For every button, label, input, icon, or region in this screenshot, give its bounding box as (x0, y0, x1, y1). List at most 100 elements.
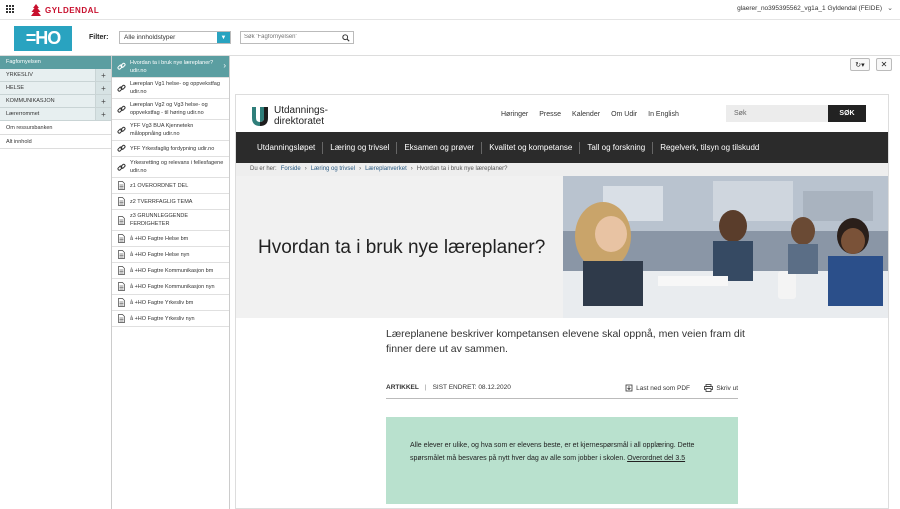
resource-label: å +HO Fagtre Yrkesliv nyn (130, 315, 195, 322)
caret-down-icon[interactable]: ▼ (217, 32, 230, 43)
resource-label: å +HO Fagtre Kommunikasjon bm (130, 267, 214, 274)
resource-item[interactable]: å +HO Fagtre Kommunikasjon bm (112, 263, 229, 279)
mainnav-eksamen-prover[interactable]: Eksamen og prøver (397, 141, 483, 154)
resource-label: å +HO Fagtre Yrkesliv bm (130, 299, 194, 306)
mainnav-utdanningslopet[interactable]: Utdanningsløpet (250, 141, 324, 154)
resource-item[interactable]: å +HO Fagtre Yrkesliv bm (112, 295, 229, 311)
udir-main-nav: Utdanningsløpet Læring og trivsel Eksame… (236, 132, 888, 163)
topnav-kalender[interactable]: Kalender (572, 111, 600, 118)
download-pdf-link[interactable]: Last ned som PDF (625, 384, 690, 392)
refresh-button[interactable]: ↻▾ (850, 58, 870, 71)
hero: Hvordan ta i bruk nye læreplaner? (236, 176, 888, 318)
search-box[interactable] (240, 31, 354, 44)
classroom-photo (563, 176, 888, 318)
udir-logo-icon (250, 105, 270, 127)
resource-item[interactable]: å +HO Fagtre Helse bm (112, 231, 229, 247)
resource-item[interactable]: Hvordan ta i bruk nye læreplaner? udir.n… (112, 56, 229, 78)
nav-group-yrkesliv[interactable]: YRKESLIV + (0, 69, 111, 82)
chevron-down-icon[interactable]: ⌄ (887, 4, 893, 12)
apps-grid-icon[interactable] (6, 5, 15, 14)
close-button[interactable]: ✕ (876, 58, 892, 71)
resource-label: å +HO Fagtre Kommunikasjon nyn (130, 283, 215, 290)
udir-search-button[interactable]: SØK (828, 105, 866, 122)
resource-label: Læreplan Vg1 helse- og oppvekstfag udir.… (130, 81, 220, 95)
nav-group-label: YRKESLIV (6, 72, 33, 78)
link-icon (116, 126, 126, 135)
filter-label: Filter: (89, 34, 109, 41)
filter-bar: =HO Filter: Alle innholdstyper ▼ (0, 20, 900, 56)
nav-item-alt-innhold[interactable]: Alt innhold (0, 135, 111, 149)
resource-label: YFF Yrkesfaglig fordypning udir.no (130, 145, 215, 152)
udir-search-input[interactable]: Søk (726, 105, 830, 122)
print-link[interactable]: Skriv ut (704, 384, 738, 392)
resource-item[interactable]: YFF Vg3 BUA Kjennetekn måloppnåing udir.… (112, 120, 229, 141)
breadcrumb-forside[interactable]: Forside (281, 166, 301, 173)
document-icon (116, 298, 126, 307)
search-input[interactable] (244, 34, 339, 40)
mainnav-laering-trivsel[interactable]: Læring og trivsel (323, 141, 398, 154)
filter-select-value: Alle innholdstyper (124, 34, 176, 41)
document-icon (116, 234, 126, 243)
udir-logo-line2: direktoratet (274, 116, 325, 127)
udir-logo-line1: Utdannings- (274, 105, 328, 116)
link-icon (116, 105, 126, 114)
expand-plus-icon[interactable]: + (95, 69, 111, 81)
breadcrumb: Du er her: Forside › Læring og trivsel › L… (236, 163, 888, 176)
resource-item[interactable]: å +HO Fagtre Yrkesliv nyn (112, 311, 229, 327)
mainnav-kvalitet-kompetanse[interactable]: Kvalitet og kompetanse (482, 141, 581, 154)
resource-item[interactable]: Yrkesretting og relevans i fellesfagene … (112, 157, 229, 178)
expand-plus-icon[interactable]: + (95, 95, 111, 107)
resource-label: z2 TVERRFAGLIG TEMA (130, 198, 193, 205)
search-icon[interactable] (342, 34, 350, 42)
nav-header[interactable]: Fagfornyelsen (0, 56, 111, 69)
udir-logo[interactable]: Utdannings- direktoratet (250, 105, 328, 127)
user-name[interactable]: glaerer_no395395562_vg1a_1 Gyldendal (FE… (737, 5, 882, 12)
mainnav-tall-forskning[interactable]: Tall og forskning (580, 141, 654, 154)
article-type: ARTIKKEL (386, 384, 419, 391)
resource-item[interactable]: Læreplan Vg1 helse- og oppvekstfag udir.… (112, 78, 229, 99)
topnav-horinger[interactable]: Høringer (501, 111, 528, 118)
breadcrumb-laereplanverket[interactable]: Læreplanverket (365, 166, 407, 173)
gyldendal-logo[interactable]: GYLDENDAL (30, 3, 99, 17)
breadcrumb-laering[interactable]: Læring og trivsel (311, 166, 355, 173)
resource-item[interactable]: YFF Yrkesfaglig fordypning udir.no (112, 141, 229, 157)
filter-select[interactable]: Alle innholdstyper ▼ (119, 31, 231, 44)
resource-label: z3 GRUNNLEGGENDE FERDIGHETER (130, 213, 189, 227)
nav-group-kommunikasjon[interactable]: KOMMUNIKASJON + (0, 95, 111, 108)
resource-item[interactable]: å +HO Fagtre Kommunikasjon nyn (112, 279, 229, 295)
expand-plus-icon[interactable]: + (95, 82, 111, 94)
page-title: Hvordan ta i bruk nye læreplaner? (258, 237, 546, 258)
info-link[interactable]: Overordnet del 3.5 (627, 455, 685, 462)
topnav-om-udir[interactable]: Om Udir (611, 111, 637, 118)
nav-item-om-ressursbanken[interactable]: Om ressursbanken (0, 121, 111, 135)
breadcrumb-current: Hvordan ta i bruk nye læreplaner? (416, 166, 508, 172)
document-icon (116, 314, 126, 323)
nav-group-laererrommet[interactable]: Lærerrommet + (0, 108, 111, 121)
expand-plus-icon[interactable]: + (95, 108, 111, 120)
resource-label: Yrkesretting og relevans i fellesfagene … (130, 160, 224, 174)
resource-item[interactable]: z1 OVERORDNET DEL (112, 178, 229, 194)
document-icon (116, 197, 126, 206)
print-label: Skriv ut (716, 384, 738, 392)
link-icon (116, 163, 126, 172)
topnav-presse[interactable]: Presse (539, 111, 561, 118)
info-box: Alle elever er ulike, og hva som er elev… (386, 417, 738, 504)
resource-list: Hvordan ta i bruk nye læreplaner? udir.n… (112, 56, 230, 509)
document-icon (116, 215, 126, 225)
printer-icon (704, 384, 714, 392)
link-icon (116, 62, 126, 71)
document-icon (116, 250, 126, 259)
resource-item[interactable]: å +HO Fagtre Helse nyn (112, 247, 229, 263)
content-viewer: ↻▾ ✕ Utdannings- direktoratet Høringer P… (230, 56, 900, 509)
mainnav-regelverk[interactable]: Regelverk, tilsyn og tilskudd (653, 142, 766, 154)
resource-label: å +HO Fagtre Helse nyn (130, 251, 190, 258)
resource-item[interactable]: Læreplan Vg2 og Vg3 helse- og oppvekstfa… (112, 99, 229, 120)
embedded-webpage: Utdannings- direktoratet Høringer Presse… (235, 94, 889, 509)
resource-item[interactable]: z2 TVERRFAGLIG TEMA (112, 194, 229, 210)
nav-group-helse[interactable]: HELSE + (0, 82, 111, 95)
last-updated: SIST ENDRET: 08.12.2020 (432, 384, 511, 391)
ho-logo[interactable]: =HO (14, 26, 72, 51)
topnav-in-english[interactable]: In English (648, 111, 679, 118)
resource-label: Læreplan Vg2 og Vg3 helse- og oppvekstfa… (130, 102, 208, 116)
resource-item[interactable]: z3 GRUNNLEGGENDE FERDIGHETER (112, 210, 229, 231)
